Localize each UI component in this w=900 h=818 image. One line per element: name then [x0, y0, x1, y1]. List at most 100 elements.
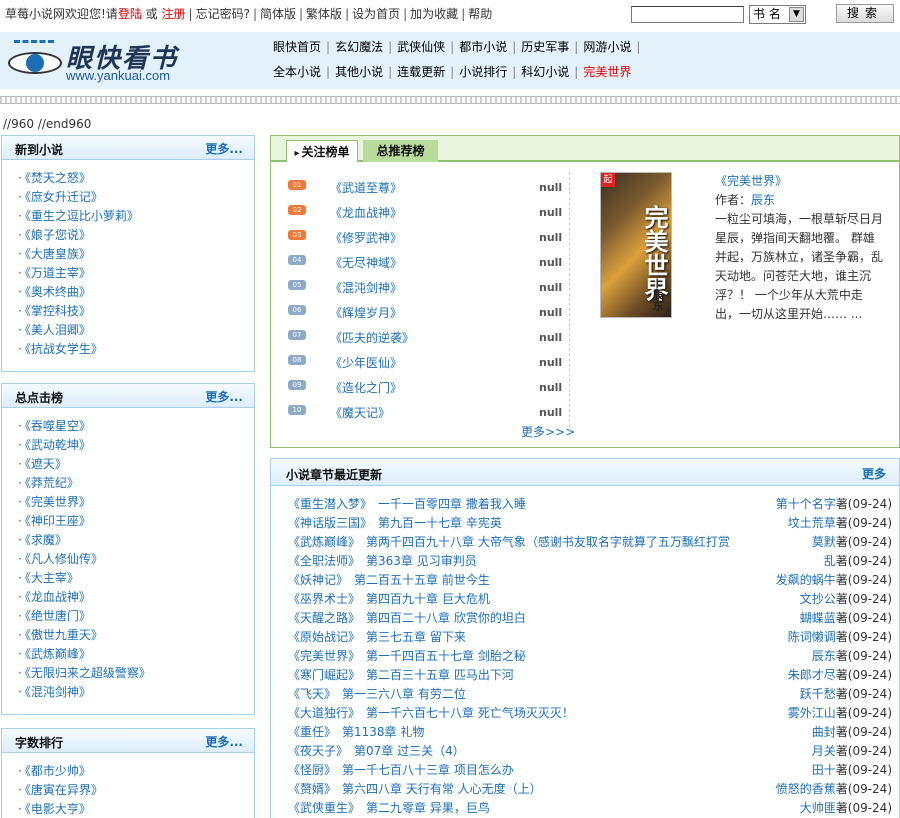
- more-link[interactable]: 更多...: [205, 140, 243, 157]
- update-chapter-link[interactable]: 一千一百零四章 撒着我入睡: [378, 497, 526, 511]
- update-book-link[interactable]: 《怪厨》: [288, 763, 336, 777]
- nav-item[interactable]: 科幻小说: [516, 63, 574, 80]
- ranking-book-link[interactable]: 《魔天记》: [330, 404, 390, 421]
- update-author-link[interactable]: 辰东: [812, 649, 836, 663]
- update-author-link[interactable]: 乱: [824, 554, 836, 568]
- update-author-link[interactable]: 曲封: [812, 725, 836, 739]
- update-chapter-link[interactable]: 第二百五十五章 前世今生: [354, 573, 490, 587]
- update-chapter-link[interactable]: 第一三六八章 有劳二位: [342, 687, 466, 701]
- forgot-password-link[interactable]: 忘记密码?: [196, 7, 250, 21]
- update-chapter-link[interactable]: 第363章 见习审判员: [366, 554, 477, 568]
- update-book-link[interactable]: 《赘婿》: [288, 782, 336, 796]
- update-author-link[interactable]: 雾外江山: [788, 706, 836, 720]
- list-item[interactable]: 《娘子您说》: [18, 226, 254, 245]
- update-author-link[interactable]: 蝴蝶蓝: [800, 611, 836, 625]
- update-book-link[interactable]: 《重任》: [288, 725, 336, 739]
- list-item[interactable]: 《凡人修仙传》: [18, 550, 254, 569]
- more-link[interactable]: 更多...: [205, 733, 243, 750]
- search-button[interactable]: 搜索: [836, 4, 894, 23]
- update-chapter-link[interactable]: 第九百一十七章 辛宪英: [378, 516, 502, 530]
- update-chapter-link[interactable]: 第二百三十五章 匹马出下河: [366, 668, 514, 682]
- nav-item[interactable]: 都市小说: [454, 38, 512, 55]
- list-item[interactable]: 《完美世界》: [18, 493, 254, 512]
- list-item[interactable]: 《无限归来之超级警察》: [18, 664, 254, 683]
- list-item[interactable]: 《莽荒纪》: [18, 474, 254, 493]
- list-item[interactable]: 《唐寅在异界》: [18, 781, 254, 800]
- update-book-link[interactable]: 《夜天子》: [288, 744, 348, 758]
- update-chapter-link[interactable]: 第四百二十八章 欣赏你的坦白: [366, 611, 526, 625]
- login-link[interactable]: 登陆: [118, 7, 142, 21]
- update-book-link[interactable]: 《武炼巅峰》: [288, 535, 360, 549]
- register-link[interactable]: 注册: [162, 7, 186, 21]
- update-chapter-link[interactable]: 第四百九十章 巨大危机: [366, 592, 490, 606]
- list-item[interactable]: 《奥术终曲》: [18, 283, 254, 302]
- update-book-link[interactable]: 《寒门崛起》: [288, 668, 360, 682]
- list-item[interactable]: 《吞噬星空》: [18, 417, 254, 436]
- nav-item[interactable]: 历史军事: [516, 38, 574, 55]
- update-book-link[interactable]: 《天醒之路》: [288, 611, 360, 625]
- update-author-link[interactable]: 愤怒的香蕉: [776, 782, 836, 796]
- nav-item[interactable]: 全本小说: [268, 63, 326, 80]
- nav-item[interactable]: 眼快首页: [268, 38, 326, 55]
- update-author-link[interactable]: 跃千愁: [800, 687, 836, 701]
- nav-item[interactable]: 网游小说: [578, 38, 636, 55]
- site-logo[interactable]: 眼快看书 www.yankuai.com: [6, 38, 196, 84]
- add-favorite-link[interactable]: 加为收藏: [410, 7, 458, 21]
- chevron-down-icon[interactable]: ▼: [789, 7, 804, 22]
- update-author-link[interactable]: 朱郎才尽: [788, 668, 836, 682]
- update-author-link[interactable]: 大帅匪: [800, 801, 836, 815]
- update-chapter-link[interactable]: 第二九零章 异果，巨鸟: [366, 801, 490, 815]
- list-item[interactable]: 《混沌剑神》: [18, 683, 254, 702]
- list-item[interactable]: 《大主宰》: [18, 569, 254, 588]
- update-chapter-link[interactable]: 第1138章 礼物: [342, 725, 424, 739]
- list-item[interactable]: 《求魔》: [18, 531, 254, 550]
- update-chapter-link[interactable]: 第07章 过三关（4）: [354, 744, 465, 758]
- tab-recommend[interactable]: 总推荐榜: [363, 140, 438, 162]
- update-author-link[interactable]: 第十个名字: [776, 497, 836, 511]
- update-chapter-link[interactable]: 第三七五章 留下来: [366, 630, 466, 644]
- update-author-link[interactable]: 发飙的蜗牛: [776, 573, 836, 587]
- update-chapter-link[interactable]: 第两千四百九十八章 大帝气象（感谢书友取名字就算了五万飘红打赏: [366, 535, 730, 549]
- list-item[interactable]: 《绝世唐门》: [18, 607, 254, 626]
- list-item[interactable]: 《大唐皇族》: [18, 245, 254, 264]
- ranking-book-link[interactable]: 《辉煌岁月》: [330, 304, 402, 321]
- update-book-link[interactable]: 《完美世界》: [288, 649, 360, 663]
- update-author-link[interactable]: 月关: [812, 744, 836, 758]
- update-author-link[interactable]: 田十: [812, 763, 836, 777]
- nav-item[interactable]: 其他小说: [330, 63, 388, 80]
- ranking-book-link[interactable]: 《武道至尊》: [330, 179, 402, 196]
- ranking-book-link[interactable]: 《混沌剑神》: [330, 279, 402, 296]
- list-item[interactable]: 《电影大亨》: [18, 800, 254, 818]
- update-author-link[interactable]: 文抄公: [800, 592, 836, 606]
- list-item[interactable]: 《焚天之怒》: [18, 169, 254, 188]
- list-item[interactable]: 《掌控科技》: [18, 302, 254, 321]
- update-author-link[interactable]: 坟土荒草: [788, 516, 836, 530]
- update-book-link[interactable]: 《妖神记》: [288, 573, 348, 587]
- featured-title[interactable]: 《完美世界》: [715, 174, 787, 188]
- update-book-link[interactable]: 《全职法师》: [288, 554, 360, 568]
- ranking-book-link[interactable]: 《修罗武神》: [330, 229, 402, 246]
- ranking-book-link[interactable]: 《匹夫的逆袭》: [330, 329, 414, 346]
- list-item[interactable]: 《武炼巅峰》: [18, 645, 254, 664]
- update-book-link[interactable]: 《大道独行》: [288, 706, 360, 720]
- list-item[interactable]: 《美人泪卿》: [18, 321, 254, 340]
- update-author-link[interactable]: 陈词懒调: [788, 630, 836, 644]
- list-item[interactable]: 《都市少帅》: [18, 762, 254, 781]
- update-book-link[interactable]: 《飞天》: [288, 687, 336, 701]
- update-chapter-link[interactable]: 第六四八章 天行有常 人心无度（上）: [342, 782, 542, 796]
- list-item[interactable]: 《遮天》: [18, 455, 254, 474]
- update-author-link[interactable]: 莫默: [812, 535, 836, 549]
- ranking-book-link[interactable]: 《造化之门》: [330, 379, 402, 396]
- list-item[interactable]: 《傲世九重天》: [18, 626, 254, 645]
- ranking-book-link[interactable]: 《少年医仙》: [330, 354, 402, 371]
- update-book-link[interactable]: 《巫界术士》: [288, 592, 360, 606]
- update-chapter-link[interactable]: 第一千六百七十八章 死亡气场灭灭灭！: [366, 706, 574, 720]
- update-book-link[interactable]: 《重生潜入梦》: [288, 497, 372, 511]
- list-item[interactable]: 《万道主宰》: [18, 264, 254, 283]
- update-chapter-link[interactable]: 第一千四百五十七章 剑胎之秘: [366, 649, 526, 663]
- tab-attention[interactable]: 关注榜单: [286, 140, 358, 162]
- nav-item[interactable]: 武侠仙侠: [392, 38, 450, 55]
- update-book-link[interactable]: 《原始战记》: [288, 630, 360, 644]
- search-input[interactable]: [631, 6, 744, 23]
- help-link[interactable]: 帮助: [468, 7, 492, 21]
